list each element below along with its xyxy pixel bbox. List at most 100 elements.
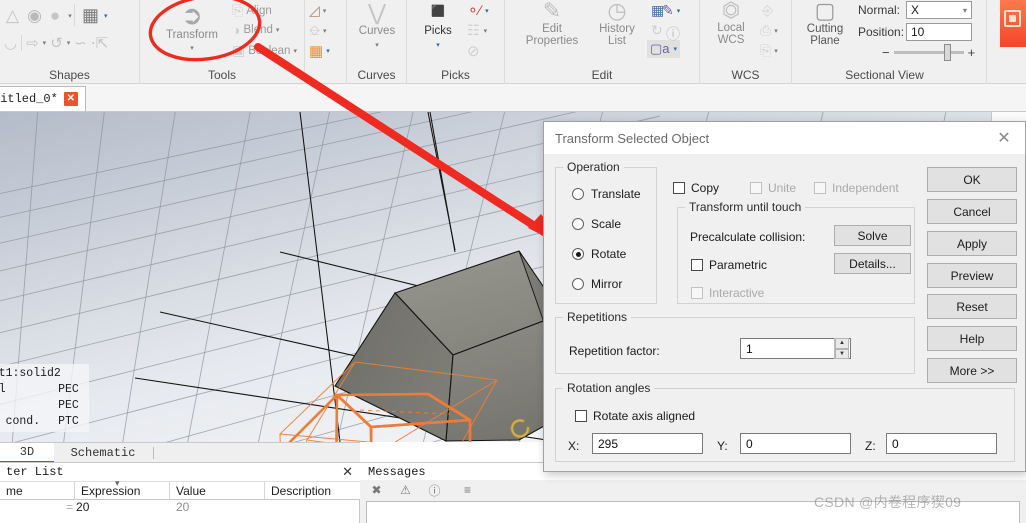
extrude-icon[interactable]: ▦ (82, 5, 99, 26)
curves-caret-icon[interactable]: ▾ (375, 40, 379, 52)
loft-icon[interactable]: ∽ (74, 34, 87, 52)
shape-tool-a[interactable]: ◿ ▾ (309, 2, 326, 19)
curves-button[interactable]: ⋁ Curves ▾ (347, 2, 407, 52)
cylinder-caret-icon[interactable]: ▾ (323, 27, 327, 35)
parameter-list-close-icon[interactable]: ✕ (342, 465, 353, 479)
radio-translate[interactable]: Translate (572, 187, 641, 201)
wcs-align-button[interactable]: ⎆ (762, 2, 773, 19)
blend-caret-icon[interactable]: ▾ (276, 26, 280, 34)
slider-thumb[interactable] (943, 44, 951, 61)
preview-button[interactable]: Preview (927, 263, 1017, 288)
rotate-curve-caret-icon[interactable]: ▾ (67, 39, 71, 47)
slider-plus-label[interactable]: + (968, 45, 976, 60)
clear-picks-row[interactable]: ⊘ (467, 42, 480, 60)
warning-icon[interactable]: ⚠ (398, 483, 413, 498)
wcs-transform-caret-icon[interactable]: ▾ (774, 27, 778, 35)
pick-list-row[interactable]: ☷ ▾ (467, 22, 487, 39)
column-header-description[interactable]: Description (265, 482, 360, 499)
document-tab-close-icon[interactable]: ✕ (63, 92, 78, 106)
cancel-button[interactable]: Cancel (927, 199, 1017, 224)
boolean-caret-icon[interactable]: ▾ (293, 47, 297, 55)
extrude-curve-caret-icon[interactable]: ▾ (43, 39, 47, 47)
more-button[interactable]: More >> (927, 358, 1017, 383)
error-icon[interactable]: ✖ (369, 483, 384, 498)
ribbon-group-tools-extra: ◿ ▾ ⎒ ▾ ▦ ▾ (305, 0, 347, 84)
info-icon[interactable]: ⓘ (427, 483, 442, 498)
cone-icon[interactable]: △ (6, 6, 19, 26)
checkbox-rotate-axis-aligned[interactable]: Rotate axis aligned (575, 409, 695, 423)
history-list-button[interactable]: ◷ History List (587, 0, 647, 47)
radio-mirror[interactable]: Mirror (572, 277, 622, 291)
normal-chevron-down-icon[interactable]: ▾ (963, 6, 967, 15)
local-wcs-button[interactable]: ⏣ Local WCS (703, 0, 759, 46)
material-info-value-1: PEC (58, 399, 79, 412)
rotation-z-input[interactable]: 0 (886, 433, 997, 454)
pencil-caret-icon[interactable]: ▾ (677, 7, 681, 15)
navigation-tree-icon[interactable] (1000, 0, 1026, 47)
shapes-more-caret-icon[interactable]: ▾ (68, 12, 72, 20)
details-button[interactable]: Details... (834, 253, 911, 274)
watermark: CSDN @内卷程序猰09 (814, 494, 962, 510)
repetition-factor-stepper[interactable]: ▲ ▼ (834, 338, 849, 359)
column-header-name[interactable]: me (0, 482, 75, 499)
view-tab-schematic[interactable]: Schematic (58, 443, 148, 463)
section-slider[interactable] (893, 44, 964, 61)
clear-list-icon[interactable]: ≡ (460, 483, 475, 498)
wcs-store-button[interactable]: ⎘ ▾ (760, 42, 778, 59)
history-label-2: List (608, 35, 626, 47)
local-wcs-label-2: WCS (717, 34, 745, 46)
sphere-icon[interactable]: ◉ (27, 6, 42, 26)
shape-tool-b[interactable]: ⎒ ▾ (309, 22, 327, 39)
slider-minus-label[interactable]: − (882, 45, 890, 60)
extrude-caret-icon[interactable]: ▾ (104, 12, 108, 20)
picks-button[interactable]: ◾ Picks ▾ (409, 0, 467, 52)
transform-button[interactable]: ➲ Transform ▾ (162, 2, 222, 55)
apply-button[interactable]: Apply (927, 231, 1017, 256)
trace-icon[interactable]: ◡ (4, 34, 17, 52)
position-input[interactable]: 10 (906, 23, 972, 41)
stepper-up-icon[interactable]: ▲ (835, 338, 849, 349)
help-button[interactable]: Help (927, 326, 1017, 351)
section-slider-row: − + (882, 44, 982, 61)
shape-tool-c[interactable]: ▦ ▾ (309, 42, 330, 60)
ellipsoid-icon[interactable]: ● (50, 6, 60, 26)
stepper-down-icon[interactable]: ▼ (835, 348, 849, 359)
boolean-button[interactable]: ▣ Boolean ▾ (232, 42, 297, 59)
pick-list-caret-icon[interactable]: ▾ (484, 27, 488, 35)
picks-caret-icon[interactable]: ▾ (436, 40, 440, 52)
transform-caret-icon[interactable]: ▾ (190, 43, 194, 55)
checkbox-parametric[interactable]: Parametric (691, 258, 767, 272)
view-tab-3d[interactable]: 3D (0, 443, 54, 463)
extrude-curve-icon[interactable]: ⇨ (26, 34, 39, 52)
info-button[interactable]: ⓘ (666, 24, 680, 44)
radio-translate-label: Translate (591, 187, 641, 201)
table-row[interactable]: = 20 20 (0, 500, 360, 520)
rotation-y-input[interactable]: 0 (740, 433, 851, 454)
solve-button[interactable]: Solve (834, 225, 911, 246)
wcs-store-caret-icon[interactable]: ▾ (774, 47, 778, 55)
column-header-value[interactable]: Value (170, 482, 265, 499)
rotate-curve-icon[interactable]: ↺ (50, 34, 63, 52)
checkbox-copy[interactable]: Copy (673, 181, 719, 195)
document-tab[interactable]: titled_0* ✕ (0, 86, 86, 111)
radio-scale[interactable]: Scale (572, 217, 621, 231)
blend-button[interactable]: ◑ Blend ▾ (232, 22, 279, 38)
document-tab-bar: titled_0* ✕ (0, 84, 1026, 112)
pick-point-row[interactable]: ⚬∕ ▾ (467, 2, 489, 19)
thicken-caret-icon[interactable]: ▾ (326, 47, 330, 55)
edit-properties-button[interactable]: ✎ Edit Properties (517, 0, 587, 47)
shell-caret-icon[interactable]: ▾ (323, 7, 327, 15)
sweep-icon[interactable]: ⋅⇱ (91, 34, 108, 52)
dialog-close-icon[interactable]: ✕ (983, 122, 1025, 154)
radio-rotate[interactable]: Rotate (572, 247, 626, 261)
column-header-expression[interactable]: Expression ▾ (75, 478, 170, 499)
rotation-x-input[interactable]: 295 (592, 433, 703, 454)
ok-button[interactable]: OK (927, 167, 1017, 192)
parametric-update-button[interactable]: ✎ ▾ (662, 2, 680, 19)
normal-select[interactable]: X ▾ (906, 1, 972, 19)
wcs-transform-button[interactable]: ⎙ ▾ (760, 22, 778, 39)
cutting-plane-button[interactable]: ▢ Cutting Plane (796, 0, 854, 47)
reset-button[interactable]: Reset (927, 294, 1017, 319)
pick-point-caret-icon[interactable]: ▾ (485, 7, 489, 15)
align-button[interactable]: ⎘ Align (232, 2, 272, 19)
